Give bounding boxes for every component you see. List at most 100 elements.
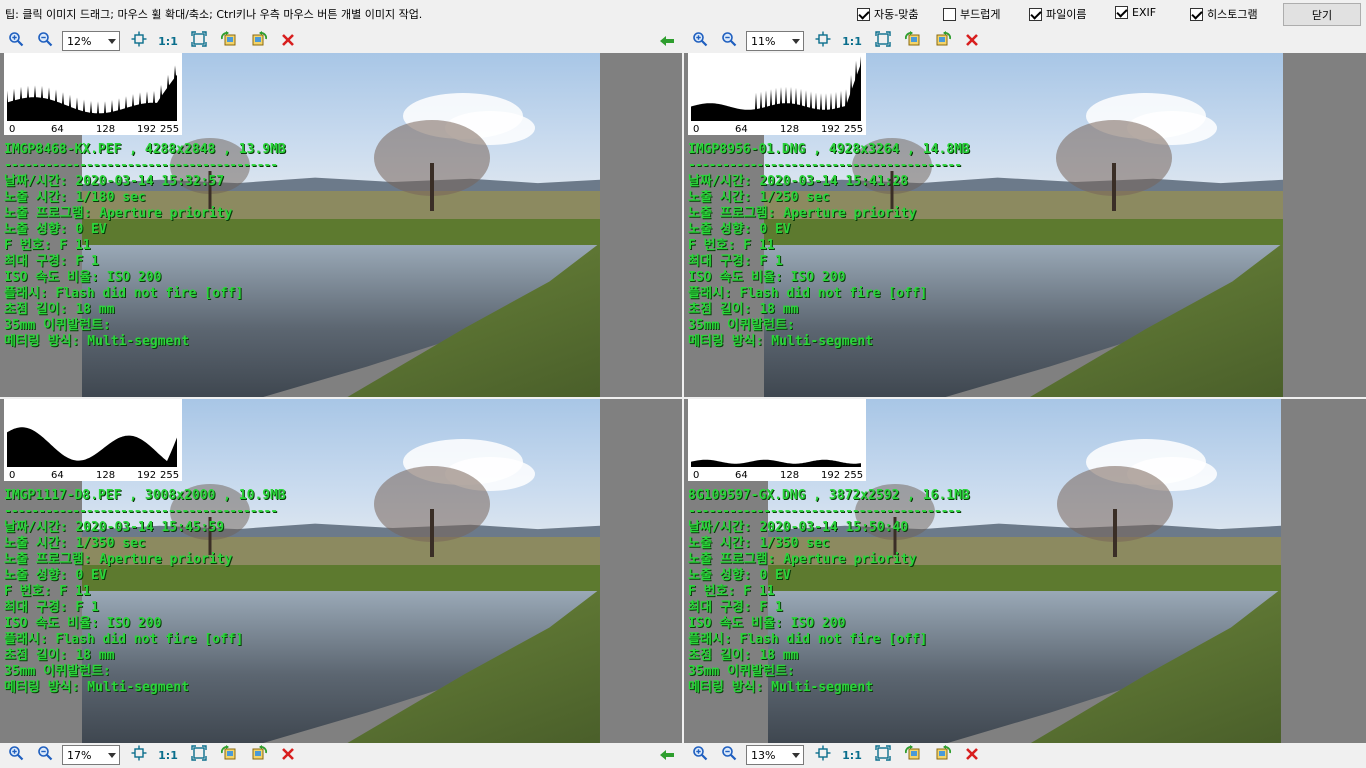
zoom-select[interactable]: 11%: [746, 31, 804, 51]
toolbar-4: 13% 1:1: [684, 742, 1366, 768]
exif-line: 플래시: Flash did not fire [off]: [688, 632, 928, 647]
smooth-check-icon: [943, 7, 956, 21]
actual-size-button[interactable]: 1:1: [842, 31, 862, 51]
histogram-curve: [691, 56, 861, 121]
actual-size-button[interactable]: 1:1: [842, 745, 862, 765]
center-button[interactable]: [129, 745, 149, 765]
fit-button[interactable]: [189, 745, 209, 765]
rotate-left-button[interactable]: [219, 31, 239, 51]
zoom-select[interactable]: 17%: [62, 745, 120, 765]
auto-fit-checkbox[interactable]: 자동-맞춤: [857, 6, 918, 22]
histogram-tick: 128: [96, 124, 116, 135]
zoom-in-button[interactable]: [690, 745, 710, 765]
zoom-select[interactable]: 13%: [746, 745, 804, 765]
exif-line: F 번호: F 11: [688, 238, 775, 253]
image-pane-2[interactable]: 0 64 128 192 255 IMGP8956-01.DNG , 4928x3264…: [684, 53, 1366, 397]
smooth-checkbox[interactable]: 부드럽게: [943, 6, 1000, 22]
filename-check-icon: [1029, 7, 1042, 21]
histogram-tick: 0: [9, 124, 16, 135]
histogram-tick: 64: [735, 470, 748, 481]
rotate-right-button[interactable]: [933, 745, 953, 765]
histogram-tick: 128: [780, 124, 800, 135]
delete-button[interactable]: [962, 31, 982, 51]
exif-line: 메터링 방식: Multi-segment: [688, 680, 874, 695]
photo-tree: [373, 120, 490, 211]
swap-left-button[interactable]: [657, 31, 677, 51]
delete-button[interactable]: [278, 31, 298, 51]
exif-line: 최대 구경: F 1: [688, 600, 783, 615]
rotate-right-button[interactable]: [249, 745, 269, 765]
center-button[interactable]: [129, 31, 149, 51]
center-button[interactable]: [813, 31, 833, 51]
close-icon: [965, 32, 979, 51]
exif-checkbox[interactable]: EXIF: [1115, 6, 1156, 19]
chevron-down-icon: [792, 39, 800, 44]
exif-check-icon: [1115, 6, 1128, 19]
center-icon: [815, 745, 831, 765]
exif-line: 노출 성향: 0 EV: [4, 222, 107, 237]
center-button[interactable]: [813, 745, 833, 765]
zoom-in-button[interactable]: [6, 745, 26, 765]
zoom-out-icon: [721, 745, 737, 765]
zoom-out-button[interactable]: [719, 31, 739, 51]
histogram-graph: [691, 459, 861, 467]
rotate-left-button[interactable]: [903, 31, 923, 51]
rotate-left-button[interactable]: [903, 745, 923, 765]
delete-button[interactable]: [962, 745, 982, 765]
zoom-in-button[interactable]: [6, 31, 26, 51]
exif-line: 최대 구경: F 1: [4, 600, 99, 615]
filename-line: IMGP1117-D8.PEF , 3008x2000 , 10.9MB: [4, 488, 286, 503]
histogram-tick: 192: [137, 470, 157, 481]
exif-line: 초점 길이: 18 mm: [4, 648, 115, 663]
exif-line: 노출 성향: 0 EV: [688, 568, 791, 583]
fit-icon: [875, 31, 891, 51]
exif-line: 35mm 이퀴발런트:: [688, 664, 795, 679]
exif-line: 날짜/시간: 2020-03-14 15:41:28: [688, 174, 909, 189]
rotate-left-icon: [220, 31, 238, 51]
fit-button[interactable]: [189, 31, 209, 51]
rotate-right-icon: [934, 31, 952, 51]
fit-button[interactable]: [873, 745, 893, 765]
exif-line: F 번호: F 11: [688, 584, 775, 599]
histogram: 0 64 128 192 255: [688, 53, 866, 135]
exif-line: 메터링 방식: Multi-segment: [688, 334, 874, 349]
delete-button[interactable]: [278, 745, 298, 765]
actual-size-button[interactable]: 1:1: [158, 745, 178, 765]
histogram-label: 히스토그램: [1207, 8, 1258, 21]
zoom-out-button[interactable]: [719, 745, 739, 765]
zoom-out-button[interactable]: [35, 31, 55, 51]
close-icon: [281, 746, 295, 765]
zoom-out-icon: [721, 31, 737, 51]
actual-size-button[interactable]: 1:1: [158, 31, 178, 51]
rotate-left-button[interactable]: [219, 745, 239, 765]
zoom-in-button[interactable]: [690, 31, 710, 51]
histogram-tick: 255: [844, 470, 864, 481]
exif-line: 초점 길이: 18 mm: [688, 302, 799, 317]
exif-line: 초점 길이: 18 mm: [688, 648, 799, 663]
image-pane-1[interactable]: 0 64 128 192 255 IMGP8468-KX.PEF , 4288x2848…: [0, 53, 682, 397]
filename-checkbox[interactable]: 파일이름: [1029, 6, 1086, 22]
zoom-out-button[interactable]: [35, 745, 55, 765]
exif-line: 날짜/시간: 2020-03-14 15:45:59: [4, 520, 225, 535]
rotate-right-icon: [250, 745, 268, 765]
histogram-graph: [691, 56, 861, 121]
fit-icon: [875, 745, 891, 765]
rotate-right-button[interactable]: [933, 31, 953, 51]
rotate-right-button[interactable]: [249, 31, 269, 51]
image-pane-3[interactable]: 0 64 128 192 255 IMGP1117-D8.PEF , 3008x2000…: [0, 399, 682, 743]
close-icon: [281, 32, 295, 51]
exif-overlay: 8G109597-GX.DNG , 3872x2592 , 16.1MB ---…: [688, 488, 970, 696]
swap-left-button[interactable]: [657, 745, 677, 765]
exif-line: 35mm 이퀴발런트:: [688, 318, 795, 333]
auto-fit-check-icon: [857, 7, 870, 21]
histogram-tick: 255: [160, 470, 180, 481]
histogram-tick: 192: [821, 124, 841, 135]
close-button[interactable]: 닫기: [1283, 3, 1361, 26]
fit-icon: [191, 745, 207, 765]
zoom-select[interactable]: 12%: [62, 31, 120, 51]
image-pane-4[interactable]: 0 64 128 192 255 8G109597-GX.DNG , 3872x2592…: [684, 399, 1366, 743]
histogram-checkbox[interactable]: 히스토그램: [1190, 6, 1258, 22]
histogram: 0 64 128 192 255: [688, 399, 866, 481]
fit-button[interactable]: [873, 31, 893, 51]
histogram-tick: 64: [51, 124, 64, 135]
